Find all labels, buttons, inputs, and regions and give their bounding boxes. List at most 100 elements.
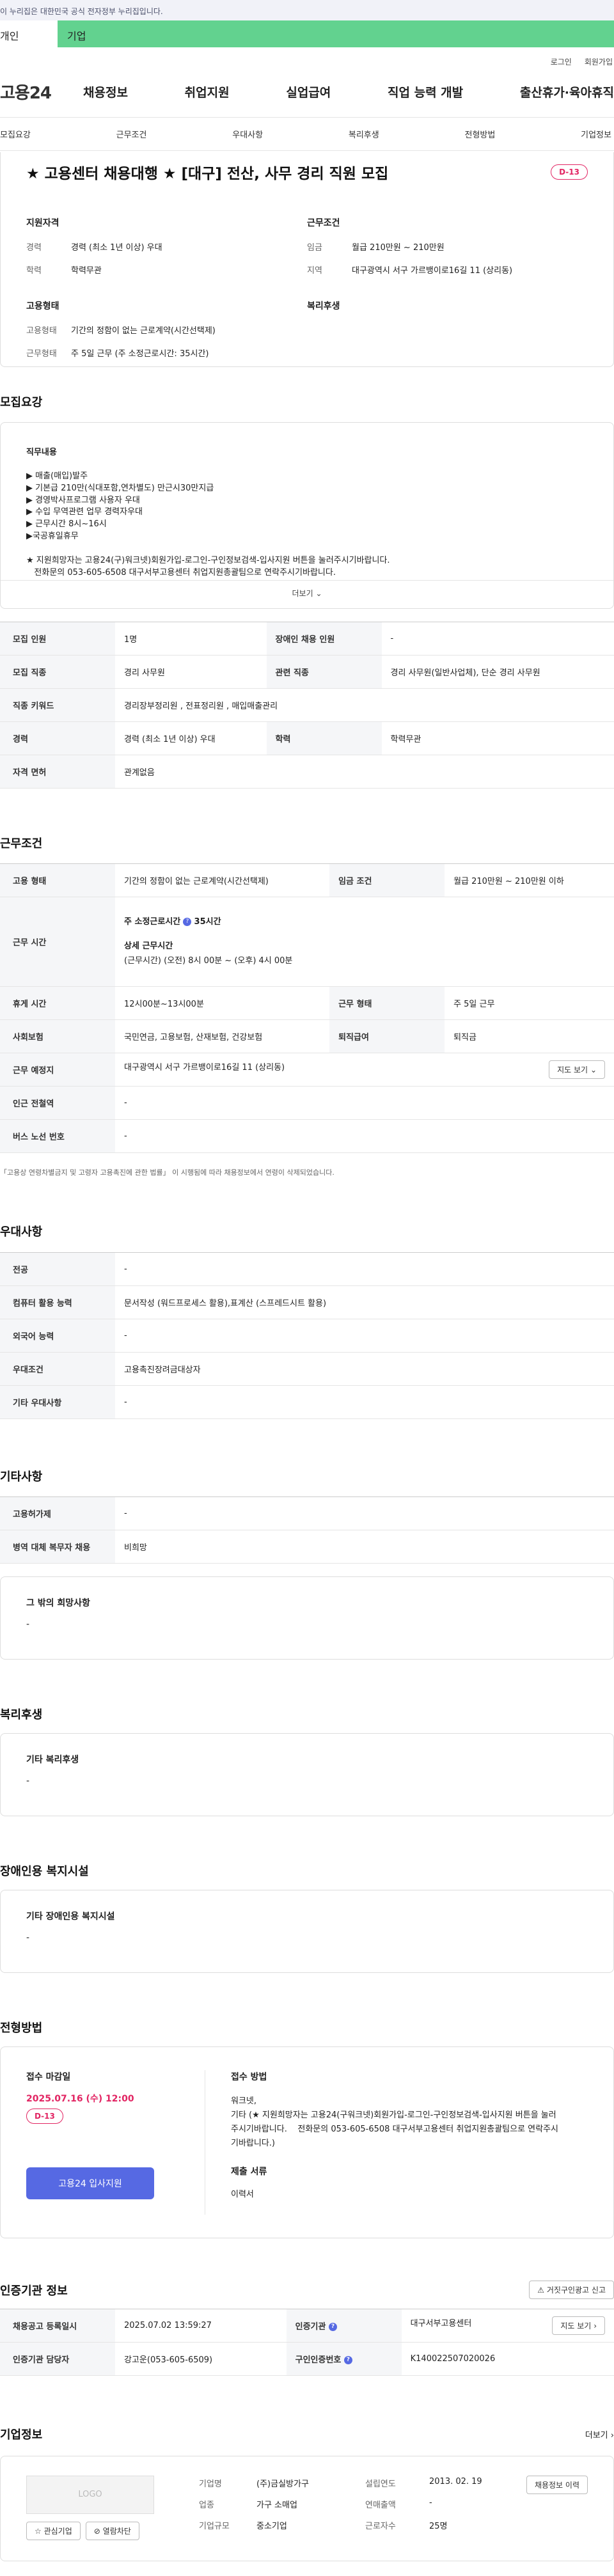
job-history-button[interactable]: 채용정보 이력 xyxy=(526,2476,588,2494)
anchor-pref[interactable]: 우대사항 xyxy=(232,128,263,140)
table-row: 채용공고 등록일시 2025.07.02 13:59:27 인증기관 ? 대구서부고용… xyxy=(0,2309,614,2343)
deadline-heading: 접수 마감일 xyxy=(26,2072,71,2082)
report-button[interactable]: ⚠ 거짓구인광고 신고 xyxy=(529,2281,614,2299)
cell-value: - xyxy=(115,1086,614,1120)
detail-hours-label: 상세 근무시간 xyxy=(124,941,173,951)
table-row: 기타 우대사항 - xyxy=(0,1385,614,1419)
region-value: 대구광역시 서구 가르뱅이로16길 11 (상리동) xyxy=(352,266,513,276)
agency-table: 채용공고 등록일시 2025.07.02 13:59:27 인증기관 ? 대구서부고용… xyxy=(0,2309,614,2376)
chevron-right-icon: › xyxy=(594,2321,597,2330)
pref-table: 전공 - 컴퓨터 활용 능력 문서작성 (워드프로세스 활용),표계산 (스프레드시… xyxy=(0,1252,614,1419)
etc-table: 고용허가제 - 병역 대체 복무자 채용 비희망 xyxy=(0,1496,614,1564)
tab-company[interactable]: 기업 xyxy=(58,20,614,47)
gnb-item-leave[interactable]: 출산휴가·육아휴직 xyxy=(520,83,614,100)
welfare-box: 기타 복리후생 - xyxy=(0,1733,614,1816)
hope-box: 그 밖의 희망사항 - xyxy=(0,1576,614,1660)
site-logo[interactable]: 고용24 xyxy=(0,80,83,104)
career-label: 경력 xyxy=(26,243,42,253)
table-row: 인증기관 담당자 강고운(053-605-6509) 구인인증번호 ? K140022… xyxy=(0,2342,614,2376)
login-link[interactable]: 로그인 xyxy=(551,56,572,67)
disabled-heading: 장애인용 복지시설 xyxy=(0,1865,89,1878)
cell-value: 기간의 정함이 없는 근로계약(시간선택제) xyxy=(115,863,330,897)
weekly-hours-value: 35시간 xyxy=(194,917,221,927)
disabled-sub-heading: 기타 장애인용 복지시설 xyxy=(26,1912,115,1922)
edu-label: 학력 xyxy=(26,266,42,276)
section-anchor-nav: 모집요강 근무조건 우대사항 복리후생 전형방법 기업정보 xyxy=(0,118,614,151)
welfare-heading: 복리후생 xyxy=(307,301,340,311)
cell-label: 고용허가제 xyxy=(0,1496,115,1530)
emptype-value: 기간의 정함이 없는 근로계약(시간선택제) xyxy=(71,326,216,336)
cell-value: 경력 (최소 1년 이상) 우대 xyxy=(115,721,267,755)
cell-value: 경리장부정리원 , 전표정리원 , 매입매출관리 xyxy=(115,688,614,722)
welfare-section-heading: 복리후생 xyxy=(0,1708,43,1722)
cell-value: 고용촉진장려금대상자 xyxy=(115,1352,614,1386)
user-type-tabs: 개인 기업 xyxy=(0,20,614,47)
found-value: 2013. 02. 19 xyxy=(429,2477,482,2486)
cell-label: 퇴직급여 xyxy=(329,1019,445,1053)
map-button[interactable]: 지도 보기 › xyxy=(552,2316,605,2335)
cell-label: 우대조건 xyxy=(0,1352,115,1386)
cell-value: 학력무관 xyxy=(381,721,614,755)
gnb-item-employment-support[interactable]: 취업지원 xyxy=(185,83,230,100)
cell-value: 2025.07.02 13:59:27 xyxy=(115,2309,287,2343)
signup-link[interactable]: 회원가입 xyxy=(585,56,613,67)
company-more-link[interactable]: 더보기 › xyxy=(585,2428,614,2440)
detail-hours-value: (근무시간) (오전) 8시 00분 ~ (오후) 4시 00분 xyxy=(124,956,293,966)
gnb-item-training[interactable]: 직업 능력 개발 xyxy=(388,83,463,100)
cell-label: 병역 대체 복무자 채용 xyxy=(0,1530,115,1564)
cell-label: 채용공고 등록일시 xyxy=(0,2309,115,2343)
table-row: 전공 - xyxy=(0,1252,614,1286)
anchor-work[interactable]: 근무조건 xyxy=(116,128,147,140)
map-button[interactable]: 지도 보기 ⌄ xyxy=(549,1060,605,1079)
info-icon[interactable]: ? xyxy=(329,2323,337,2331)
cell-value: 문서작성 (워드프로세스 활용),표계산 (스프레드시트 활용) xyxy=(115,1285,614,1319)
info-icon[interactable]: ? xyxy=(183,918,192,927)
cell-value: 대구서부고용센터 xyxy=(410,2319,472,2329)
emptype-label: 고용형태 xyxy=(26,326,57,336)
worktype-value: 주 5일 근무 (주 소정근로시간: 35시간) xyxy=(71,349,209,359)
wage-label: 임금 xyxy=(307,243,322,253)
anchor-welfare[interactable]: 복리후생 xyxy=(349,128,379,140)
employees-label: 근로자수 xyxy=(365,2522,396,2531)
deadline-value: 2025.07.16 (수) 12:00 xyxy=(26,2094,134,2104)
table-row: 모집 직종 경리 사무원 관련 직종 경리 사무원(일반사업체), 단순 경리 사무원 xyxy=(0,655,614,689)
duty-line: 전화문의 053-605-6508 대구서부고용센터 취업지원총괄팀으로 연락주… xyxy=(26,567,336,577)
method-line: 기바랍니다.) xyxy=(231,2139,276,2149)
table-row: 외국어 능력 - xyxy=(0,1319,614,1353)
found-label: 설립연도 xyxy=(365,2479,396,2489)
cell-label: 임금 조건 xyxy=(329,863,445,897)
recruit-heading: 모집요강 xyxy=(0,396,43,409)
anchor-company[interactable]: 기업정보 xyxy=(581,128,611,140)
method-line: 워크넷, xyxy=(231,2096,257,2106)
anchor-screen[interactable]: 전형방법 xyxy=(465,128,496,140)
cell-label: 인증기관 담당자 xyxy=(0,2342,115,2376)
tab-personal[interactable]: 개인 xyxy=(0,20,58,47)
size-label: 기업규모 xyxy=(199,2522,230,2531)
job-detail-box: 직무내용 ▶ 매출(매입)발주 ▶ 기본급 210만(식대포함,연차별도) 만근… xyxy=(0,422,614,609)
block-company-button[interactable]: ⊘ 열람차단 xyxy=(85,2522,139,2540)
age-notice: 「고용상 연령차별금지 및 고령자 고용촉진에 관한 법률」 이 시행됨에 따라… xyxy=(0,1168,335,1177)
table-row: 휴게 시간 12시00분~13시00분 근무 형태 주 5일 근무 xyxy=(0,986,614,1020)
apply-button[interactable]: 고용24 입사지원 xyxy=(26,2167,154,2199)
duty-line: ▶ 경영박사프로그램 사용자 우대 xyxy=(26,495,140,505)
cell-label: 모집 인원 xyxy=(0,622,115,656)
more-button[interactable]: 더보기 ⌄ xyxy=(1,580,613,606)
company-name-label: 기업명 xyxy=(199,2479,222,2489)
cell-value: - xyxy=(115,1319,614,1353)
cell-label: 인근 전철역 xyxy=(0,1086,115,1120)
table-row: 근무 시간 주 소정근로시간 ? 35시간 상세 근무시간 (근무시간) (오전… xyxy=(0,897,614,987)
info-icon[interactable]: ? xyxy=(343,2356,352,2364)
gnb-item-jobs[interactable]: 채용정보 xyxy=(83,83,128,100)
disabled-box: 기타 장애인용 복지시설 - xyxy=(0,1890,614,1973)
disabled-value: - xyxy=(26,1933,30,1943)
work-heading: 근무조건 xyxy=(0,837,43,851)
company-heading: 기업정보 xyxy=(0,2428,43,2442)
cell-label: 구인인증번호 xyxy=(295,2355,342,2365)
industry-label: 업종 xyxy=(199,2501,214,2510)
anchor-recruit[interactable]: 모집요강 xyxy=(0,128,31,140)
pref-heading: 우대사항 xyxy=(0,1225,43,1239)
wage-value: 월급 210만원 ~ 210만원 xyxy=(352,243,445,253)
gnb-item-unemployment[interactable]: 실업급여 xyxy=(286,83,331,100)
favorite-company-button[interactable]: ☆ 관심기업 xyxy=(26,2522,81,2540)
employees-value: 25명 xyxy=(429,2522,448,2531)
